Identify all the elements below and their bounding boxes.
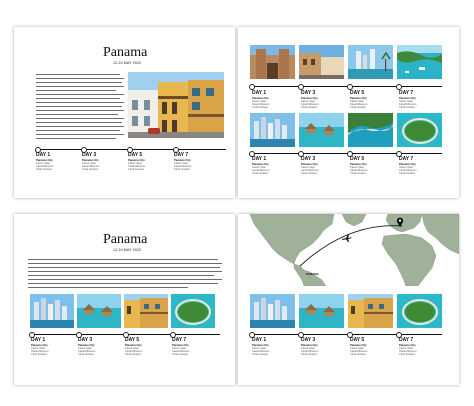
day-note: Cinta Costera	[350, 106, 366, 109]
day-note: Cinta Costera	[31, 353, 47, 356]
photo-colonial-street	[124, 294, 168, 328]
page-title: Panama	[103, 232, 148, 247]
photo-overwater-huts	[299, 113, 344, 147]
page-title: Panama	[103, 45, 148, 60]
day-note: Cinta Costera	[125, 353, 141, 356]
photo-city-skyline	[250, 294, 295, 328]
day-note: Cinta Costera	[252, 106, 268, 109]
day-note: Cinta Costera	[301, 172, 317, 175]
page-bottom-right: PANAMA DAY 1 Panama City Casco Viejo Can…	[238, 214, 459, 385]
airplane-icon	[342, 234, 352, 242]
spread-top: Panama 12-24 MAY 2022 DAY 1 Panama City …	[14, 27, 459, 198]
day-note: Cinta Costera	[174, 168, 190, 171]
photo-green-island	[397, 113, 442, 147]
map-pin-icon	[396, 217, 404, 227]
timeline-line	[250, 153, 442, 154]
day-note: Cinta Costera	[350, 353, 366, 356]
spread-bottom: Panama 12-24 MAY 2022 DAY 1 Panama City …	[14, 214, 459, 385]
page-date: 12-24 MAY 2022	[113, 61, 142, 65]
photo-aerial-beach	[348, 113, 393, 147]
photo-green-island	[397, 294, 442, 328]
day-note: Cinta Costera	[301, 106, 317, 109]
day-note: Cinta Costera	[399, 353, 415, 356]
day-note: Cinta Costera	[128, 168, 144, 171]
day-note: Cinta Costera	[350, 172, 366, 175]
timeline-line	[250, 86, 442, 87]
photo-colonial-street	[348, 294, 393, 328]
day-note: Cinta Costera	[172, 353, 188, 356]
photo-island-bay	[397, 45, 442, 79]
day-note: Cinta Costera	[301, 353, 317, 356]
timeline-line	[250, 334, 442, 335]
day-note: Cinta Costera	[82, 168, 98, 171]
main-photo-colonial-street	[128, 72, 224, 138]
photo-overwater-huts	[299, 294, 344, 328]
photo-city-skyline	[30, 294, 74, 328]
day-note: Cinta Costera	[36, 168, 52, 171]
photo-city-skyline	[250, 113, 295, 147]
page-top-left: Panama 12-24 MAY 2022 DAY 1 Panama City …	[14, 27, 235, 198]
photo-green-island	[171, 294, 215, 328]
day-note: Cinta Costera	[252, 172, 268, 175]
day-note: Cinta Costera	[399, 106, 415, 109]
page-date: 12-24 MAY 2022	[113, 248, 142, 252]
world-map	[238, 214, 459, 286]
day-note: Cinta Costera	[252, 353, 268, 356]
map-label-panama: PANAMA	[306, 272, 319, 276]
photo-cathedral	[250, 45, 295, 79]
page-bottom-left: Panama 12-24 MAY 2022 DAY 1 Panama City …	[14, 214, 235, 385]
day-note: Cinta Costera	[78, 353, 94, 356]
photo-skyline-beach	[348, 45, 393, 79]
photo-overwater-huts	[77, 294, 121, 328]
day-note: Cinta Costera	[399, 172, 415, 175]
photo-plaza	[299, 45, 344, 79]
page-top-right: DAY 1 Panama City Casco Viejo Canal Muse…	[238, 27, 459, 198]
